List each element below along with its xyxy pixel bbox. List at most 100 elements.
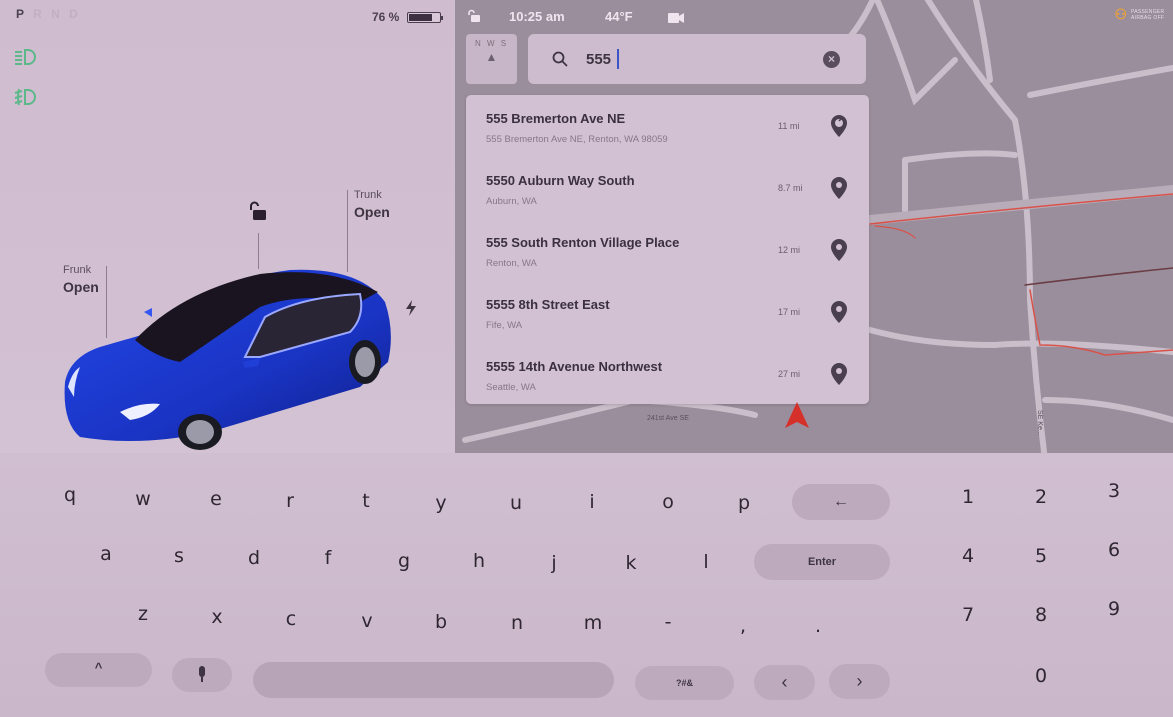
key-t[interactable]: t <box>351 486 381 516</box>
result-distance: 11 mi <box>778 121 800 131</box>
favorite-pin-icon[interactable] <box>831 115 847 137</box>
dashcam-icon[interactable] <box>668 11 684 23</box>
result-distance: 12 mi <box>778 245 801 255</box>
clear-search-icon[interactable]: × <box>823 51 840 68</box>
key-e[interactable]: e <box>201 484 231 514</box>
result-address: Fife, WA <box>486 320 523 331</box>
compass-letters: N W S <box>474 39 509 48</box>
key-d[interactable]: d <box>239 543 269 573</box>
search-result-item[interactable]: 5555 8th Street East Fife, WA 17 mi <box>466 281 869 343</box>
symbols-key[interactable]: ?#& <box>635 666 734 700</box>
key-q[interactable]: q <box>55 480 85 510</box>
result-title: 5550 Auburn Way South <box>486 173 635 188</box>
voice-input-key[interactable] <box>172 658 232 692</box>
navigation-search-bar[interactable]: × <box>528 34 866 84</box>
key-j[interactable]: j <box>539 548 569 578</box>
road-label-se: SE Ke... <box>1036 410 1043 436</box>
car-image[interactable] <box>60 262 400 452</box>
airbag-label: PASSENGER AIRBAG OFF <box>1131 8 1165 21</box>
key-k[interactable]: k <box>616 548 646 578</box>
pin-icon[interactable] <box>831 301 847 323</box>
key-a[interactable]: a <box>91 539 121 569</box>
key-b[interactable]: b <box>426 607 456 637</box>
battery-status: 76 % <box>372 10 444 24</box>
key-g[interactable]: g <box>389 546 419 576</box>
road-label-241st: 241st Ave SE <box>647 415 689 422</box>
gear-indicator: P R N D <box>16 7 81 21</box>
search-result-item[interactable]: 5555 14th Avenue Northwest Seattle, WA 2… <box>466 343 869 405</box>
key-y[interactable]: y <box>426 488 456 518</box>
key-p[interactable]: p <box>729 488 759 518</box>
key-h[interactable]: h <box>464 546 494 576</box>
result-address: 555 Bremerton Ave NE, Renton, WA 98059 <box>486 134 668 145</box>
map-panel[interactable]: 241st Ave SE SE Ke... 10:25 am 44°F ⚇ PA… <box>455 0 1173 453</box>
key-period[interactable]: . <box>803 611 833 641</box>
battery-percent: 76 % <box>372 10 400 24</box>
numpad-key-3[interactable]: 3 <box>1099 480 1129 502</box>
compass-button[interactable]: N W S ▲ <box>466 34 517 84</box>
key-w[interactable]: w <box>128 484 158 514</box>
map-road <box>1027 65 1173 98</box>
airbag-icon: ⚇ <box>1114 6 1127 22</box>
search-input[interactable] <box>586 48 806 70</box>
map-road <box>867 327 1173 355</box>
numpad-key-8[interactable]: 8 <box>1026 604 1056 626</box>
numpad-key-0[interactable]: 0 <box>1026 665 1056 687</box>
search-result-item[interactable]: 555 Bremerton Ave NE 555 Bremerton Ave N… <box>466 95 869 157</box>
key-s[interactable]: s <box>164 541 194 571</box>
result-address: Seattle, WA <box>486 382 536 393</box>
numpad-key-9[interactable]: 9 <box>1099 598 1129 620</box>
key-comma[interactable]: , <box>728 611 758 641</box>
key-v[interactable]: v <box>352 606 382 636</box>
key-l[interactable]: l <box>691 547 721 577</box>
trunk-control[interactable]: Trunk Open <box>354 189 390 220</box>
key-o[interactable]: o <box>653 487 683 517</box>
key-u[interactable]: u <box>501 488 531 518</box>
pin-icon[interactable] <box>831 363 847 385</box>
backspace-key[interactable]: ← <box>792 484 890 520</box>
clock: 10:25 am <box>509 9 565 24</box>
battery-icon <box>407 11 444 23</box>
key-x[interactable]: x <box>202 602 232 632</box>
map-road <box>902 150 1018 163</box>
key-c[interactable]: c <box>276 604 306 634</box>
numpad-key-2[interactable]: 2 <box>1026 486 1056 508</box>
search-result-item[interactable]: 555 South Renton Village Place Renton, W… <box>466 219 869 281</box>
result-distance: 27 mi <box>778 369 801 379</box>
unlocked-icon[interactable] <box>467 9 481 26</box>
key-f[interactable]: f <box>313 543 343 573</box>
trunk-state[interactable]: Open <box>354 204 390 220</box>
numpad-key-1[interactable]: 1 <box>953 486 983 508</box>
search-icon <box>552 51 568 67</box>
headlights-icon[interactable] <box>12 47 38 67</box>
numpad-key-7[interactable]: 7 <box>953 604 983 626</box>
charge-port-icon[interactable] <box>405 300 417 320</box>
shift-key[interactable]: ^ <box>45 653 152 687</box>
numpad-key-5[interactable]: 5 <box>1026 545 1056 567</box>
result-distance: 17 mi <box>778 307 801 317</box>
key-z[interactable]: z <box>128 599 158 629</box>
key-r[interactable]: r <box>275 486 305 516</box>
on-screen-keyboard: ← Enter ^ ?#& ‹ › q w e r t y u i o p a s d f g h j k l z x c… <box>0 453 1173 717</box>
text-caret <box>617 49 619 69</box>
passenger-airbag-status: ⚇ PASSENGER AIRBAG OFF <box>1114 6 1167 23</box>
cursor-right-key[interactable]: › <box>829 664 890 699</box>
cursor-left-key[interactable]: ‹ <box>754 665 815 700</box>
key-n[interactable]: n <box>502 608 532 638</box>
numpad-key-4[interactable]: 4 <box>953 545 983 567</box>
fog-lights-icon[interactable] <box>12 87 38 107</box>
key-m[interactable]: m <box>578 608 608 638</box>
key-i[interactable]: i <box>577 487 607 517</box>
map-road <box>462 396 758 443</box>
numpad-key-6[interactable]: 6 <box>1099 539 1129 561</box>
search-result-item[interactable]: 5550 Auburn Way South Auburn, WA 8.7 mi <box>466 157 869 219</box>
key-hyphen[interactable]: - <box>653 607 683 637</box>
pin-icon[interactable] <box>831 177 847 199</box>
unlocked-icon[interactable] <box>248 201 268 221</box>
enter-key[interactable]: Enter <box>754 544 890 580</box>
space-key[interactable] <box>253 662 614 698</box>
result-address: Auburn, WA <box>486 196 537 207</box>
result-title: 5555 14th Avenue Northwest <box>486 359 663 374</box>
microphone-icon <box>199 666 205 682</box>
pin-icon[interactable] <box>831 239 847 261</box>
